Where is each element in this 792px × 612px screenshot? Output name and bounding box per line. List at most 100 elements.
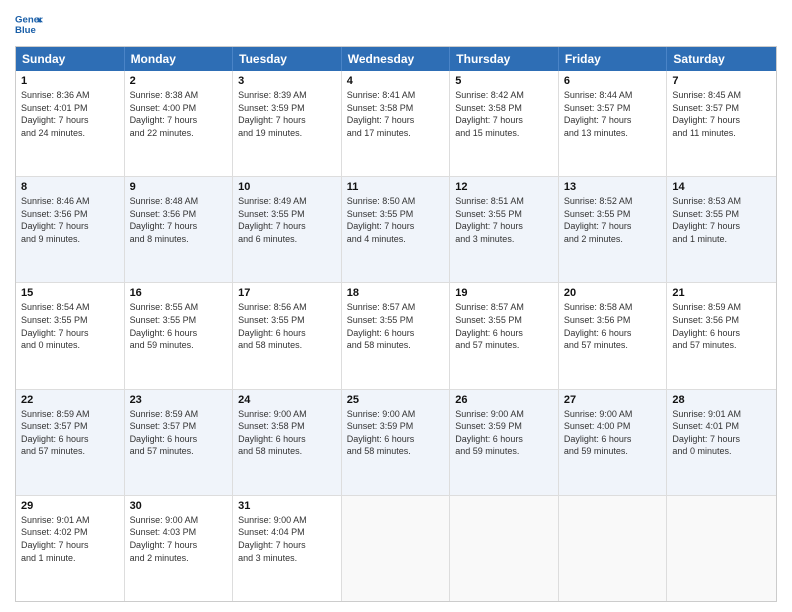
calendar-cell: 13 Sunrise: 8:52 AM Sunset: 3:55 PM Dayli… bbox=[559, 177, 668, 282]
day-number: 3 bbox=[238, 75, 336, 87]
day-info: Sunrise: 8:41 AM Sunset: 3:58 PM Dayligh… bbox=[347, 89, 445, 139]
calendar-cell: 30 Sunrise: 9:00 AM Sunset: 4:03 PM Dayli… bbox=[125, 496, 234, 601]
calendar-cell: 18 Sunrise: 8:57 AM Sunset: 3:55 PM Dayli… bbox=[342, 283, 451, 388]
calendar-cell: 19 Sunrise: 8:57 AM Sunset: 3:55 PM Dayli… bbox=[450, 283, 559, 388]
day-info: Sunrise: 8:38 AM Sunset: 4:00 PM Dayligh… bbox=[130, 89, 228, 139]
calendar-cell: 27 Sunrise: 9:00 AM Sunset: 4:00 PM Dayli… bbox=[559, 390, 668, 495]
day-info: Sunrise: 8:59 AM Sunset: 3:57 PM Dayligh… bbox=[21, 408, 119, 458]
day-info: Sunrise: 8:53 AM Sunset: 3:55 PM Dayligh… bbox=[672, 195, 771, 245]
header-day-friday: Friday bbox=[559, 47, 668, 71]
day-number: 8 bbox=[21, 181, 119, 193]
calendar-row-1: 1 Sunrise: 8:36 AM Sunset: 4:01 PM Daylig… bbox=[16, 71, 776, 176]
calendar-row-3: 15Sunrise: 8:54 AM Sunset: 3:55 PM Dayli… bbox=[16, 282, 776, 388]
calendar-cell: 25 Sunrise: 9:00 AM Sunset: 3:59 PM Dayli… bbox=[342, 390, 451, 495]
day-info: Sunrise: 8:57 AM Sunset: 3:55 PM Dayligh… bbox=[455, 301, 553, 351]
day-number: 28 bbox=[672, 394, 771, 406]
day-info: Sunrise: 8:56 AM Sunset: 3:55 PM Dayligh… bbox=[238, 301, 336, 351]
day-number: 20 bbox=[564, 287, 662, 299]
header-day-wednesday: Wednesday bbox=[342, 47, 451, 71]
day-number: 4 bbox=[347, 75, 445, 87]
calendar-header: SundayMondayTuesdayWednesdayThursdayFrid… bbox=[16, 47, 776, 71]
day-number: 24 bbox=[238, 394, 336, 406]
day-number: 30 bbox=[130, 500, 228, 512]
calendar-cell: 17 Sunrise: 8:56 AM Sunset: 3:55 PM Dayli… bbox=[233, 283, 342, 388]
day-number: 21 bbox=[672, 287, 771, 299]
day-info: Sunrise: 9:00 AM Sunset: 4:03 PM Dayligh… bbox=[130, 514, 228, 564]
calendar-cell: 22Sunrise: 8:59 AM Sunset: 3:57 PM Dayli… bbox=[16, 390, 125, 495]
header-day-monday: Monday bbox=[125, 47, 234, 71]
day-number: 11 bbox=[347, 181, 445, 193]
logo-icon: General Blue bbox=[15, 10, 43, 38]
day-info: Sunrise: 8:36 AM Sunset: 4:01 PM Dayligh… bbox=[21, 89, 119, 139]
calendar: SundayMondayTuesdayWednesdayThursdayFrid… bbox=[15, 46, 777, 602]
calendar-cell: 2 Sunrise: 8:38 AM Sunset: 4:00 PM Daylig… bbox=[125, 71, 234, 176]
day-info: Sunrise: 8:50 AM Sunset: 3:55 PM Dayligh… bbox=[347, 195, 445, 245]
day-number: 16 bbox=[130, 287, 228, 299]
day-info: Sunrise: 9:01 AM Sunset: 4:01 PM Dayligh… bbox=[672, 408, 771, 458]
day-info: Sunrise: 9:01 AM Sunset: 4:02 PM Dayligh… bbox=[21, 514, 119, 564]
day-number: 23 bbox=[130, 394, 228, 406]
header-day-thursday: Thursday bbox=[450, 47, 559, 71]
calendar-cell bbox=[667, 496, 776, 601]
day-info: Sunrise: 8:45 AM Sunset: 3:57 PM Dayligh… bbox=[672, 89, 771, 139]
day-number: 17 bbox=[238, 287, 336, 299]
day-number: 31 bbox=[238, 500, 336, 512]
day-info: Sunrise: 9:00 AM Sunset: 4:00 PM Dayligh… bbox=[564, 408, 662, 458]
day-number: 10 bbox=[238, 181, 336, 193]
day-info: Sunrise: 9:00 AM Sunset: 3:59 PM Dayligh… bbox=[347, 408, 445, 458]
header-day-sunday: Sunday bbox=[16, 47, 125, 71]
day-number: 15 bbox=[21, 287, 119, 299]
day-info: Sunrise: 8:51 AM Sunset: 3:55 PM Dayligh… bbox=[455, 195, 553, 245]
calendar-cell: 21 Sunrise: 8:59 AM Sunset: 3:56 PM Dayli… bbox=[667, 283, 776, 388]
day-number: 2 bbox=[130, 75, 228, 87]
calendar-cell: 15Sunrise: 8:54 AM Sunset: 3:55 PM Dayli… bbox=[16, 283, 125, 388]
day-number: 27 bbox=[564, 394, 662, 406]
calendar-cell: 24 Sunrise: 9:00 AM Sunset: 3:58 PM Dayli… bbox=[233, 390, 342, 495]
day-number: 18 bbox=[347, 287, 445, 299]
logo: General Blue bbox=[15, 10, 43, 38]
page-header: General Blue bbox=[15, 10, 777, 38]
calendar-cell: 23Sunrise: 8:59 AM Sunset: 3:57 PM Dayli… bbox=[125, 390, 234, 495]
day-number: 25 bbox=[347, 394, 445, 406]
day-info: Sunrise: 8:55 AM Sunset: 3:55 PM Dayligh… bbox=[130, 301, 228, 351]
calendar-cell: 6Sunrise: 8:44 AM Sunset: 3:57 PM Daylig… bbox=[559, 71, 668, 176]
calendar-cell: 5Sunrise: 8:42 AM Sunset: 3:58 PM Daylig… bbox=[450, 71, 559, 176]
day-info: Sunrise: 8:52 AM Sunset: 3:55 PM Dayligh… bbox=[564, 195, 662, 245]
day-number: 14 bbox=[672, 181, 771, 193]
day-info: Sunrise: 8:49 AM Sunset: 3:55 PM Dayligh… bbox=[238, 195, 336, 245]
calendar-cell: 26Sunrise: 9:00 AM Sunset: 3:59 PM Dayli… bbox=[450, 390, 559, 495]
calendar-cell: 3Sunrise: 8:39 AM Sunset: 3:59 PM Daylig… bbox=[233, 71, 342, 176]
day-number: 12 bbox=[455, 181, 553, 193]
day-number: 9 bbox=[130, 181, 228, 193]
day-info: Sunrise: 9:00 AM Sunset: 3:58 PM Dayligh… bbox=[238, 408, 336, 458]
day-info: Sunrise: 8:46 AM Sunset: 3:56 PM Dayligh… bbox=[21, 195, 119, 245]
day-number: 6 bbox=[564, 75, 662, 87]
calendar-cell: 1 Sunrise: 8:36 AM Sunset: 4:01 PM Daylig… bbox=[16, 71, 125, 176]
calendar-cell: 11 Sunrise: 8:50 AM Sunset: 3:55 PM Dayli… bbox=[342, 177, 451, 282]
day-number: 13 bbox=[564, 181, 662, 193]
calendar-cell bbox=[559, 496, 668, 601]
calendar-cell: 29 Sunrise: 9:01 AM Sunset: 4:02 PM Dayli… bbox=[16, 496, 125, 601]
day-info: Sunrise: 9:00 AM Sunset: 3:59 PM Dayligh… bbox=[455, 408, 553, 458]
calendar-cell: 12 Sunrise: 8:51 AM Sunset: 3:55 PM Dayli… bbox=[450, 177, 559, 282]
day-number: 1 bbox=[21, 75, 119, 87]
day-info: Sunrise: 9:00 AM Sunset: 4:04 PM Dayligh… bbox=[238, 514, 336, 564]
calendar-cell: 7 Sunrise: 8:45 AM Sunset: 3:57 PM Daylig… bbox=[667, 71, 776, 176]
calendar-cell: 20Sunrise: 8:58 AM Sunset: 3:56 PM Dayli… bbox=[559, 283, 668, 388]
day-number: 29 bbox=[21, 500, 119, 512]
calendar-row-5: 29 Sunrise: 9:01 AM Sunset: 4:02 PM Dayli… bbox=[16, 495, 776, 601]
day-info: Sunrise: 8:59 AM Sunset: 3:56 PM Dayligh… bbox=[672, 301, 771, 351]
calendar-cell: 10 Sunrise: 8:49 AM Sunset: 3:55 PM Dayli… bbox=[233, 177, 342, 282]
calendar-cell bbox=[450, 496, 559, 601]
calendar-cell: 4 Sunrise: 8:41 AM Sunset: 3:58 PM Daylig… bbox=[342, 71, 451, 176]
day-info: Sunrise: 8:48 AM Sunset: 3:56 PM Dayligh… bbox=[130, 195, 228, 245]
day-number: 7 bbox=[672, 75, 771, 87]
day-info: Sunrise: 8:57 AM Sunset: 3:55 PM Dayligh… bbox=[347, 301, 445, 351]
calendar-body: 1 Sunrise: 8:36 AM Sunset: 4:01 PM Daylig… bbox=[16, 71, 776, 601]
header-day-tuesday: Tuesday bbox=[233, 47, 342, 71]
calendar-cell: 31 Sunrise: 9:00 AM Sunset: 4:04 PM Dayli… bbox=[233, 496, 342, 601]
day-number: 19 bbox=[455, 287, 553, 299]
calendar-row-4: 22Sunrise: 8:59 AM Sunset: 3:57 PM Dayli… bbox=[16, 389, 776, 495]
calendar-cell: 14 Sunrise: 8:53 AM Sunset: 3:55 PM Dayli… bbox=[667, 177, 776, 282]
svg-text:Blue: Blue bbox=[15, 25, 36, 36]
